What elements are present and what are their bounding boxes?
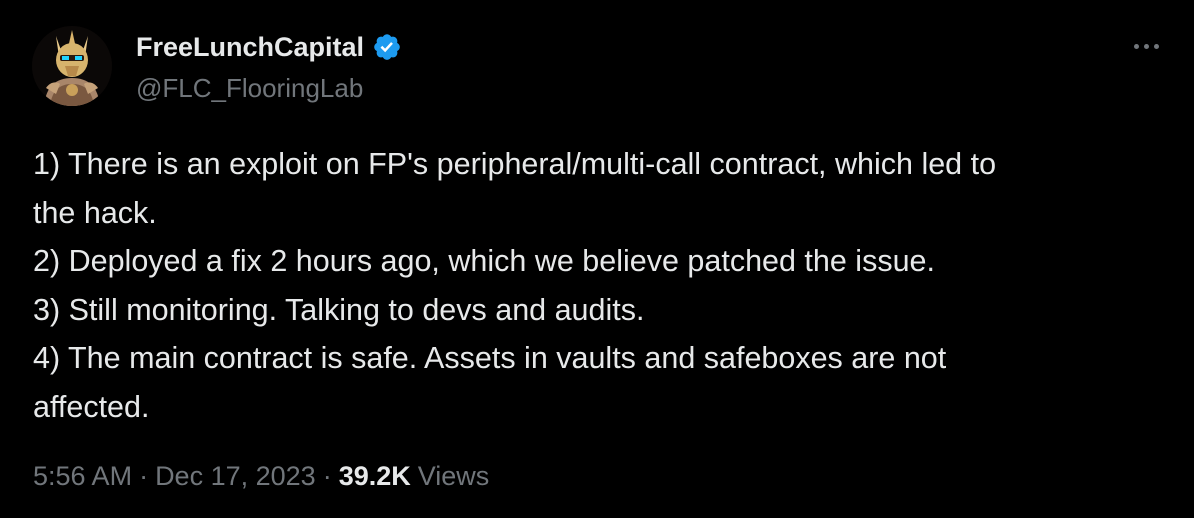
meta-separator: · [322,460,332,491]
user-handle[interactable]: @FLC_FlooringLab [136,73,363,104]
avatar-image [32,26,112,106]
views-count[interactable]: 39.2K [339,461,411,492]
display-name[interactable]: FreeLunchCapital [136,32,364,63]
tweet-meta: 5:56 AM · Dec 17, 2023 · 39.2K Views [33,458,489,494]
tweet-line: 1) There is an exploit on FP's periphera… [33,147,997,181]
tweet-line: 2) Deployed a fix 2 hours ago, which we … [33,244,935,278]
verified-badge-icon[interactable] [372,32,402,62]
tweet-card: FreeLunchCapital @FLC_FlooringLab 1) The… [0,0,1194,518]
more-dot [1153,43,1159,49]
more-dot [1133,43,1139,49]
tweet-line: affected. [33,389,150,424]
tweet-line: the hack. [33,195,157,230]
views-label: Views [417,460,490,491]
avatar[interactable] [32,26,112,106]
meta-separator: · [139,460,149,491]
more-options-icon[interactable] [1128,36,1164,56]
tweet-line: 4) The main contract is safe. Assets in … [33,341,947,375]
more-dot [1143,43,1149,49]
author-name-row: FreeLunchCapital [136,30,402,64]
tweet-line: 3) Still monitoring. Talking to devs and… [33,292,645,327]
tweet-time[interactable]: 5:56 AM [33,461,132,492]
tweet-text: 1) There is an exploit on FP's periphera… [33,140,1173,431]
tweet-date[interactable]: Dec 17, 2023 [155,461,316,492]
